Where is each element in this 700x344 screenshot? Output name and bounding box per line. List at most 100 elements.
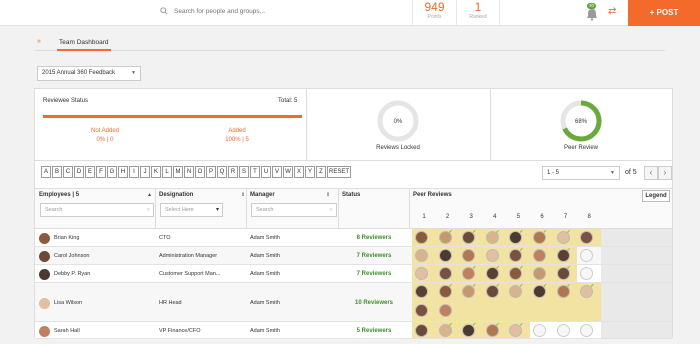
letter-filter-k[interactable]: K xyxy=(151,166,161,178)
letter-filter-w[interactable]: W xyxy=(283,166,293,178)
letter-filter-s[interactable]: S xyxy=(239,166,249,178)
letter-filter-d[interactable]: D xyxy=(74,166,84,178)
empty-reviewer-slot[interactable] xyxy=(580,249,594,262)
prev-page-button[interactable]: ‹ xyxy=(644,166,658,180)
letter-filter-u[interactable]: U xyxy=(261,166,271,178)
employee-designation: HR Head xyxy=(159,300,182,306)
letter-filter-i[interactable]: I xyxy=(129,166,139,178)
empty-reviewer-slot[interactable] xyxy=(533,324,546,337)
table-row[interactable]: Lisa Wilson HR Head Adam Smith 10 Reviewers… xyxy=(35,283,672,322)
page-range-select[interactable]: 1 - 5 ▼ xyxy=(542,166,620,180)
points-stat[interactable]: 949 Points xyxy=(412,0,456,26)
peer-reviewer-avatar[interactable] xyxy=(438,249,452,262)
letter-filter-j[interactable]: J xyxy=(140,166,150,178)
search-input[interactable] xyxy=(174,7,334,15)
peer-review-label: Peer Review xyxy=(563,145,598,151)
tab-team-dashboard[interactable]: Team Dashboard xyxy=(57,39,111,51)
table-row[interactable]: Debby P. Ryan Customer Support Man... Adam… xyxy=(35,265,672,283)
peer-reviewer-avatar[interactable] xyxy=(438,304,452,317)
peer-reviewer-avatar[interactable] xyxy=(415,231,428,244)
letter-filter-t[interactable]: T xyxy=(250,166,260,178)
peer-reviewer-avatar[interactable] xyxy=(415,249,428,262)
letter-filter-f[interactable]: F xyxy=(96,166,106,178)
empty-reviewer-slot[interactable] xyxy=(580,324,594,337)
employee-search-placeholder: Search xyxy=(45,207,63,213)
letter-filter-q[interactable]: Q xyxy=(217,166,227,178)
peer-reviewer-avatar[interactable] xyxy=(415,285,428,298)
peer-reviewer-avatar[interactable] xyxy=(438,267,452,280)
reviewer-count[interactable]: 7 Reviewers xyxy=(339,253,409,259)
employee-name[interactable]: Brian King xyxy=(54,235,79,241)
ranked-value: 1 xyxy=(474,0,482,14)
reviewee-total: Total: 5 xyxy=(278,98,298,104)
col-designation[interactable]: Designation ⇕ xyxy=(159,192,245,198)
letter-filter-l[interactable]: L xyxy=(162,166,172,178)
letter-filter-m[interactable]: M xyxy=(173,166,183,178)
check-icon: ✓ xyxy=(448,283,453,289)
sort-icon[interactable]: ⇕ xyxy=(241,192,245,198)
empty-reviewer-slot[interactable] xyxy=(580,267,594,280)
collapse-chevron-icon[interactable]: » xyxy=(37,38,41,45)
letter-filter-n[interactable]: N xyxy=(184,166,194,178)
letter-filter-r[interactable]: R xyxy=(228,166,238,178)
reviewer-count[interactable]: 8 Reviewers xyxy=(339,235,409,241)
letter-filter-o[interactable]: O xyxy=(195,166,205,178)
employee-name[interactable]: Sarah Hall xyxy=(54,328,80,334)
letter-filter-y[interactable]: Y xyxy=(305,166,315,178)
letter-filter-e[interactable]: E xyxy=(85,166,95,178)
letter-filter-p[interactable]: P xyxy=(206,166,216,178)
search-icon: ⌕ xyxy=(146,207,150,213)
peer-reviewer-avatar[interactable] xyxy=(533,249,546,262)
sort-icon[interactable]: ⇕ xyxy=(326,192,330,198)
table-row[interactable]: Brian King CTO Adam Smith 8 Reviewers ✓ ✓ ✓ ✓ ✓ ✓ xyxy=(35,229,672,247)
letter-filter-h[interactable]: H xyxy=(118,166,128,178)
sort-icon[interactable]: ▲ xyxy=(147,192,152,198)
reset-filter-button[interactable]: RESET xyxy=(327,166,352,178)
employee-search-input[interactable]: Search ⌕ xyxy=(40,203,154,217)
table-row[interactable]: Sarah Hall VP Finance/CFO Adam Smith 5 Revi… xyxy=(35,322,672,339)
post-button[interactable]: + POST xyxy=(628,0,700,26)
col-manager[interactable]: Manager ⇕ xyxy=(250,192,330,198)
employee-name[interactable]: Debby P. Ryan xyxy=(54,271,90,277)
feedback-select[interactable]: 2015 Annual 360 Feedback ▼ xyxy=(37,66,141,81)
peer-reviewer-avatar[interactable] xyxy=(415,267,428,280)
peer-reviewer-avatar[interactable] xyxy=(485,249,499,262)
letter-filter-v[interactable]: V xyxy=(272,166,282,178)
check-icon: ✓ xyxy=(495,265,500,271)
legend-button[interactable]: Legend xyxy=(642,190,670,202)
col-peer-reviews: Peer Reviews xyxy=(413,192,452,198)
peer-reviewer-avatar[interactable] xyxy=(533,267,546,280)
peer-reviewer-avatar[interactable] xyxy=(415,324,428,337)
feedback-select-value: 2015 Annual 360 Feedback xyxy=(42,70,116,76)
swap-icon[interactable]: ⇄ xyxy=(608,6,616,17)
reviewer-count[interactable]: 10 Reviewers xyxy=(339,300,409,306)
reviewer-count[interactable]: 5 Reviewers xyxy=(339,328,409,334)
designation-select[interactable]: Select Here ▾ xyxy=(160,203,223,217)
letter-filter-z[interactable]: Z xyxy=(316,166,326,178)
manager-search-input[interactable]: Search ⌕ xyxy=(251,203,337,217)
ranked-stat[interactable]: 1 Ranked xyxy=(456,0,500,26)
employee-name[interactable]: Carol Johnson xyxy=(54,253,89,259)
letter-filter-x[interactable]: X xyxy=(294,166,304,178)
peer-grid-empty xyxy=(600,283,672,321)
peer-column-number: 6 xyxy=(540,214,544,220)
letter-filter-b[interactable]: B xyxy=(52,166,62,178)
global-search[interactable] xyxy=(160,7,334,15)
empty-reviewer-slot[interactable] xyxy=(556,324,570,337)
employee-name[interactable]: Lisa Wilson xyxy=(54,300,82,306)
reviewer-count[interactable]: 7 Reviewers xyxy=(339,271,409,277)
employee-manager: Adam Smith xyxy=(250,328,280,334)
check-icon: ✓ xyxy=(566,265,571,271)
col-employees[interactable]: Employees | 5 ▲ xyxy=(39,192,152,198)
search-icon xyxy=(160,7,168,15)
peer-reviewer-avatar[interactable] xyxy=(415,304,428,317)
notifications-button[interactable]: 30 xyxy=(582,3,602,23)
not-added-label: Not Added xyxy=(90,128,120,134)
letter-filter-a[interactable]: A xyxy=(41,166,51,178)
letter-filter-g[interactable]: G xyxy=(107,166,117,178)
col-designation-label: Designation xyxy=(159,192,194,198)
peer-column-number: 1 xyxy=(422,214,426,220)
letter-filter-c[interactable]: C xyxy=(63,166,73,178)
table-row[interactable]: Carol Johnson Administration Manager Adam … xyxy=(35,247,672,265)
next-page-button[interactable]: › xyxy=(658,166,672,180)
